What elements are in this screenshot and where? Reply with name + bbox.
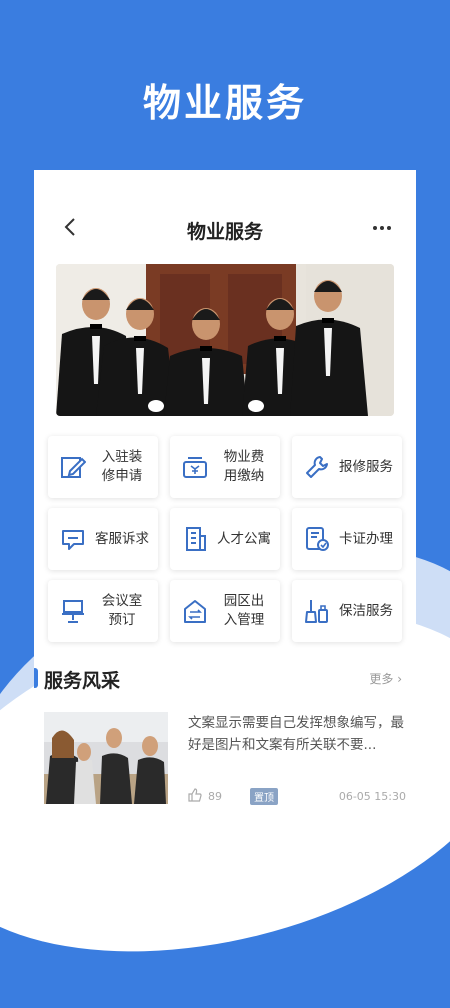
nav-bar: 物业服务 <box>34 208 416 248</box>
wrench-icon <box>306 456 328 478</box>
like-count: 89 <box>208 790 222 803</box>
chevron-right-icon: › <box>397 672 402 686</box>
service-tile-cleaning[interactable]: 保洁服务 <box>292 580 402 642</box>
payment-icon <box>183 457 207 478</box>
service-label: 入驻装 修申请 <box>101 449 143 484</box>
apartment-icon <box>186 527 206 551</box>
section-header: 服务风采 更多 › <box>34 664 416 694</box>
access-icon <box>184 600 206 623</box>
section-title: 服务风采 <box>44 670 121 692</box>
list-item[interactable]: 文案显示需要自己发挥想象编写，最好是图片和文案有所关联不要... 89 置顶 0… <box>44 712 406 810</box>
service-tile-card-processing[interactable]: 卡证办理 <box>292 508 402 570</box>
edit-icon <box>61 457 86 478</box>
service-tile-customer-service[interactable]: 客服诉求 <box>48 508 158 570</box>
service-tile-talent-apartment[interactable]: 人才公寓 <box>170 508 280 570</box>
service-label: 报修服务 <box>339 458 393 475</box>
service-tile-access-management[interactable]: 园区出 入管理 <box>170 580 280 642</box>
service-label: 保洁服务 <box>339 602 393 619</box>
pinned-badge: 置顶 <box>250 788 278 805</box>
more-link-label: 更多 <box>369 672 394 686</box>
service-label: 客服诉求 <box>95 530 149 547</box>
service-tile-meeting-room[interactable]: 会议室 预订 <box>48 580 158 642</box>
article-thumbnail <box>44 712 168 804</box>
service-tile-decoration-application[interactable]: 入驻装 修申请 <box>48 436 158 498</box>
service-label: 人才公寓 <box>217 530 271 547</box>
meeting-room-icon <box>62 600 84 623</box>
more-options-icon[interactable] <box>370 218 394 238</box>
article-summary: 文案显示需要自己发挥想象编写，最好是图片和文案有所关联不要... <box>188 715 404 753</box>
hero-title: 物业服务 <box>142 81 307 125</box>
phone-screen: 物业服务 入驻装 修申请 物业费 用缴纳 报修服务 客服诉求 人才公寓 卡证办理… <box>34 170 416 810</box>
cleaning-icon <box>305 600 328 623</box>
service-label: 园区出 入管理 <box>223 593 265 628</box>
article-time: 06-05 15:30 <box>338 790 406 803</box>
service-tile-repair[interactable]: 报修服务 <box>292 436 402 498</box>
page-title: 物业服务 <box>186 221 263 243</box>
message-icon <box>62 530 84 550</box>
service-label: 卡证办理 <box>339 530 393 547</box>
staff-banner-image[interactable] <box>56 264 394 416</box>
service-label: 物业费 用缴纳 <box>223 449 265 484</box>
service-tile-property-fee[interactable]: 物业费 用缴纳 <box>170 436 280 498</box>
more-link[interactable]: 更多 › <box>369 670 402 687</box>
card-icon <box>306 527 329 551</box>
service-label: 会议室 预订 <box>101 593 143 628</box>
article-meta: 89 置顶 06-05 15:30 <box>188 788 406 805</box>
section-accent-bar <box>34 668 38 688</box>
